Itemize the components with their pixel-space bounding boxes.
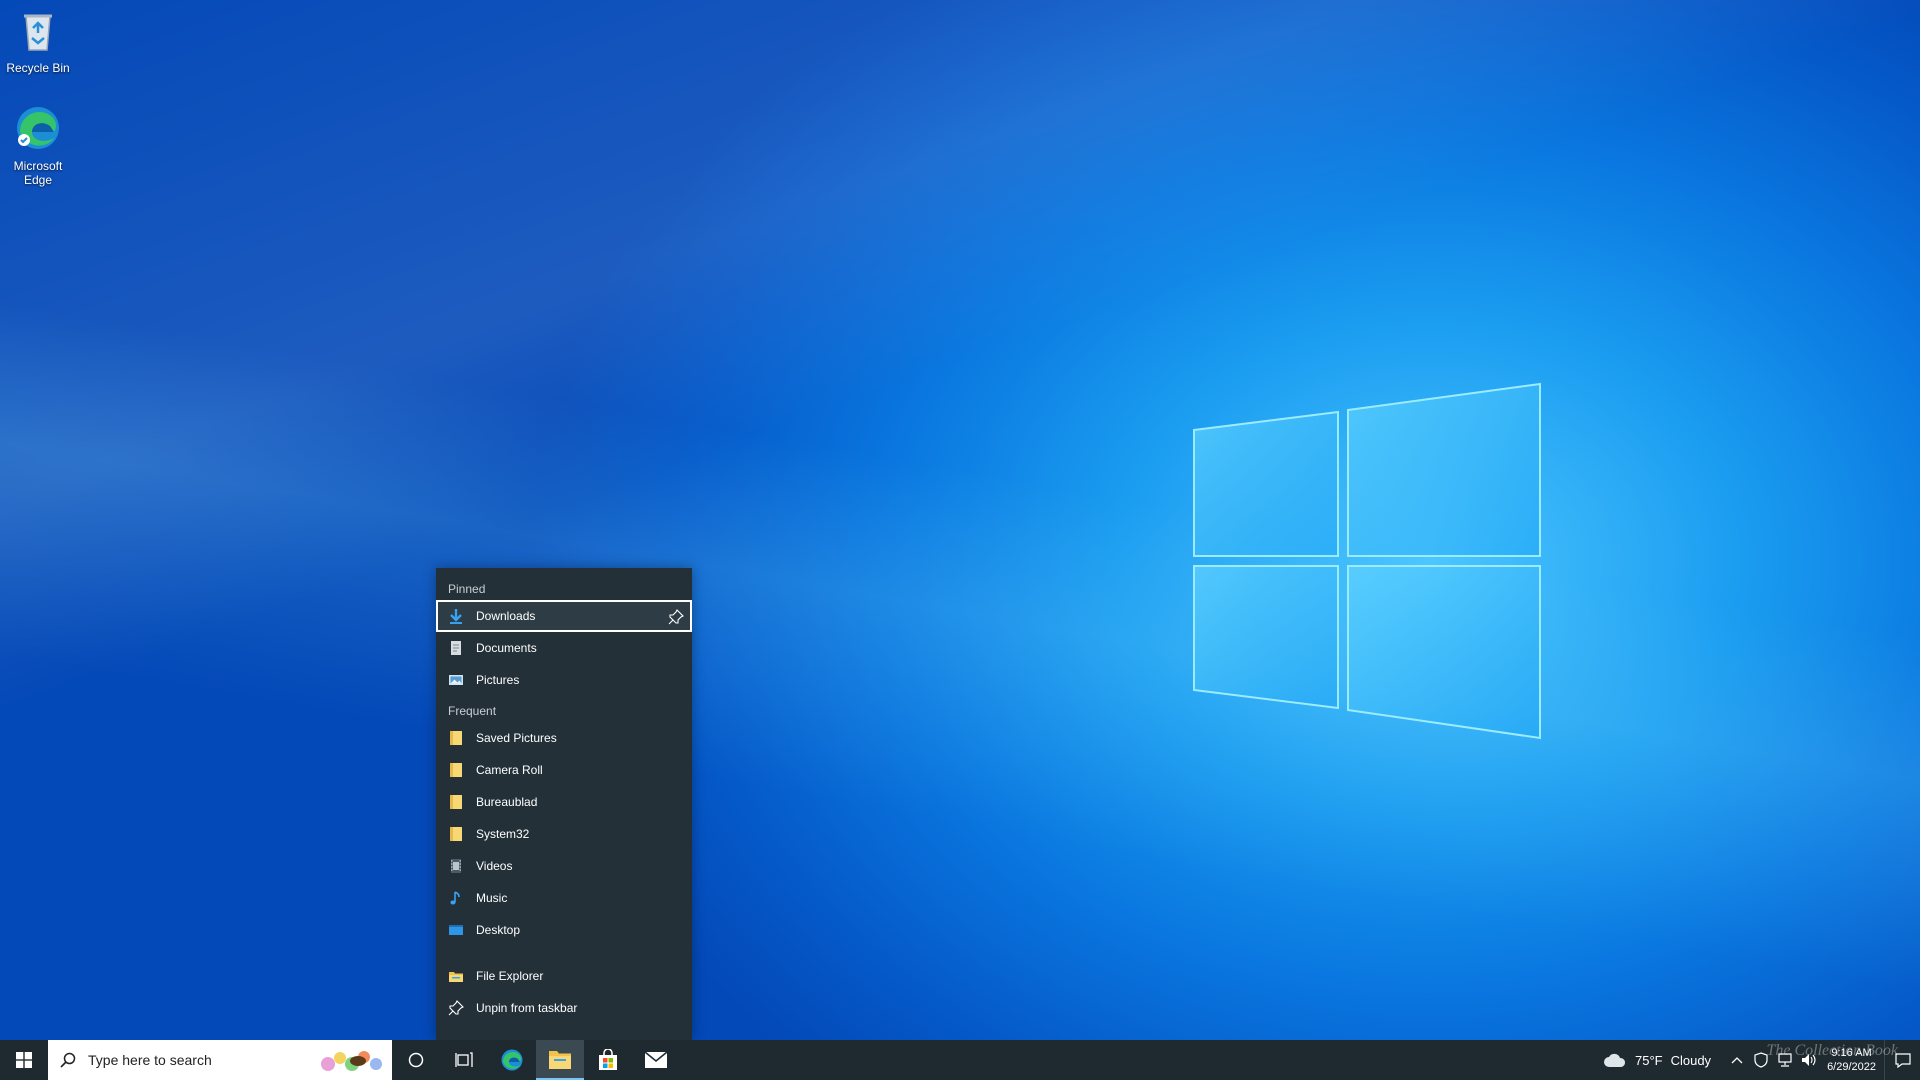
taskbar: Type here to search 75°F Cloudy 9:16 AM … [0,1040,1920,1080]
jump-item-label: Desktop [476,923,521,937]
unpin-icon[interactable] [668,609,684,625]
folder-icon [448,762,464,778]
download-arrow-icon [448,608,464,624]
jump-item-music[interactable]: Music [436,882,692,914]
watermark: The Collection Book [1766,1042,1898,1059]
clock-date: 6/29/2022 [1827,1061,1876,1073]
jump-item-label: Videos [476,859,513,873]
jump-item-label: File Explorer [476,969,544,983]
task-view-icon [455,1052,473,1067]
jump-item-bureaublad[interactable]: Bureaublad [436,786,692,818]
chevron-up-icon [1731,1057,1743,1064]
recycle-bin-icon [24,14,52,51]
jump-item-videos[interactable]: Videos [436,850,692,882]
document-icon [448,640,464,656]
jump-item-downloads[interactable]: Downloads [436,600,692,632]
task-view-button[interactable] [440,1040,488,1080]
unpin-icon [448,1000,464,1016]
windows-logo-wallpaper [1193,382,1541,740]
music-note-icon [448,890,464,906]
file-explorer-icon [448,968,464,984]
desktop-icon-label: Microsoft Edge [13,159,63,187]
task-file-explorer[interactable]: File Explorer [436,960,692,992]
jump-item-label: Bureaublad [476,795,538,809]
file-explorer-jump-list: Pinned Downloads Documents Pictures Freq… [436,568,692,1040]
jump-item-documents[interactable]: Documents [436,632,692,664]
jump-item-label: Documents [476,641,537,655]
jump-item-saved-pictures[interactable]: Saved Pictures [436,722,692,754]
jump-item-label: Pictures [476,673,520,687]
show-hidden-icons-button[interactable] [1725,1040,1749,1080]
mail-icon [644,1051,668,1068]
search-placeholder: Type here to search [88,1052,212,1068]
task-unpin-from-taskbar[interactable]: Unpin from taskbar [436,992,692,1024]
weather-temperature: 75°F [1634,1052,1663,1068]
desktop-icon-microsoft-edge[interactable]: Microsoft Edge [0,104,76,187]
jump-item-label: Music [476,891,508,905]
pinned-header: Pinned [448,582,486,596]
file-explorer-icon [549,1051,571,1069]
jump-item-label: Camera Roll [476,763,543,777]
windows-start-icon [16,1052,32,1068]
jump-item-desktop[interactable]: Desktop [436,914,692,946]
taskbar-file-explorer-button[interactable] [536,1040,584,1080]
edge-icon [501,1049,523,1071]
desktop-icon-recycle-bin[interactable]: Recycle Bin [0,6,76,75]
folder-icon [448,826,464,842]
folder-icon [448,730,464,746]
cortana-icon [408,1052,424,1068]
search-icon [60,1052,76,1068]
picture-icon [448,672,464,688]
jump-item-label: System32 [476,827,530,841]
cloud-icon [1603,1053,1626,1067]
jump-item-pictures[interactable]: Pictures [436,664,692,696]
jump-item-system32[interactable]: System32 [436,818,692,850]
weather-widget[interactable]: 75°F Cloudy [1603,1052,1711,1068]
search-highlight-art-icon [321,1051,382,1071]
taskbar-edge-button[interactable] [488,1040,536,1080]
search-box[interactable]: Type here to search [48,1040,392,1080]
jump-item-camera-roll[interactable]: Camera Roll [436,754,692,786]
edge-icon [17,107,59,149]
start-button[interactable] [0,1040,48,1080]
frequent-header: Frequent [448,704,497,718]
jump-item-label: Unpin from taskbar [476,1001,578,1015]
store-icon [599,1049,617,1070]
video-icon [448,858,464,874]
cortana-button[interactable] [392,1040,440,1080]
desktop-icon [448,922,464,938]
jump-item-label: Saved Pictures [476,731,557,745]
taskbar-store-button[interactable] [584,1040,632,1080]
jump-item-label: Downloads [476,609,536,623]
weather-condition: Cloudy [1670,1052,1712,1068]
folder-icon [448,794,464,810]
desktop-icon-label: Recycle Bin [6,61,70,75]
taskbar-mail-button[interactable] [632,1040,680,1080]
